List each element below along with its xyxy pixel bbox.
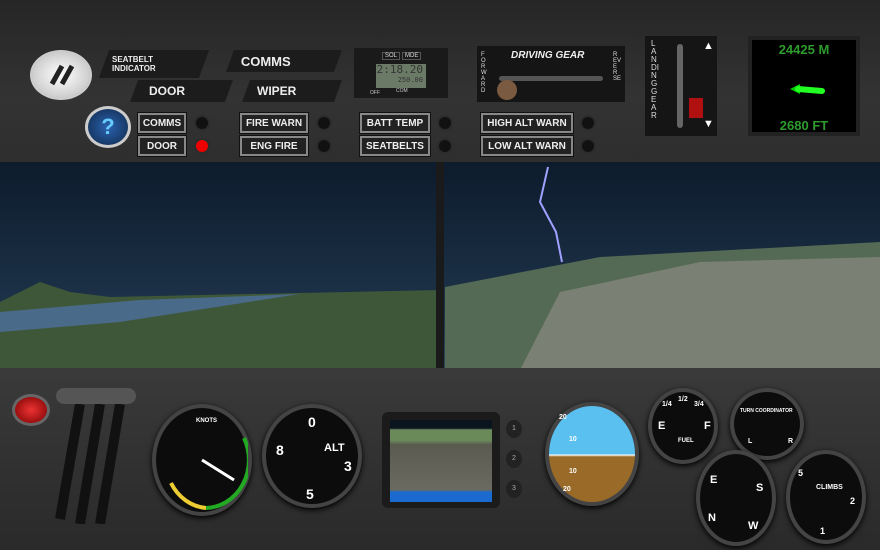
gear-up-arrow-icon: ▲ (703, 40, 714, 52)
sol-button[interactable]: SOL (382, 52, 401, 60)
reverse-label: REVERSE (613, 52, 622, 82)
vsi-tick: 5 (798, 468, 804, 478)
attitude-indicator: 20 10 10 20 (545, 402, 639, 506)
driving-gear-lever[interactable] (497, 80, 517, 100)
radio-display: 2:18.20 250.00 (376, 64, 426, 88)
pause-button[interactable] (30, 50, 92, 100)
comms-knob[interactable]: COMMS (225, 50, 343, 72)
heading-indicator: N E S W (696, 450, 776, 546)
altimeter-tick: 3 (344, 458, 352, 474)
low-alt-warn-label: LOW ALT WARN (481, 136, 573, 156)
batt-temp-label: BATT TEMP (360, 113, 430, 133)
altimeter-tick: 5 (306, 486, 314, 502)
altimeter: 0 ALT 5 3 8 (262, 404, 362, 508)
fire-warn-light (316, 115, 332, 131)
attitude-mark: 20 (559, 414, 567, 421)
heading-tick: N (708, 512, 716, 524)
wiper-knob[interactable]: WIPER (241, 80, 343, 102)
display-button-2[interactable]: 2 (506, 450, 522, 468)
attitude-mark: 20 (563, 486, 571, 493)
fuel-tick-quarter: 1/4 (662, 401, 672, 408)
landing-gear-lever[interactable] (689, 98, 703, 118)
question-icon: ? (101, 114, 115, 139)
instrument-panel: KNOTS 0 ALT 5 3 8 1 2 3 20 10 10 20 E 1/… (0, 368, 880, 550)
turn-right-label: R (788, 438, 794, 445)
comms-warning-label: COMMS (138, 113, 186, 133)
terrain-display (382, 412, 500, 508)
windshield-view (0, 162, 880, 370)
direction-arrow-icon (790, 84, 825, 94)
vertical-speed-indicator: CLIMBS 5 2 1 (786, 450, 866, 544)
altimeter-label: ALT (324, 442, 345, 454)
seatbelt-label: SEATBELT INDICATOR (112, 55, 156, 73)
help-button[interactable]: ? (85, 106, 131, 148)
radio-off-label: OFF (370, 90, 380, 96)
seatbelts-light (437, 138, 453, 154)
forward-label: FORWARD (481, 52, 487, 94)
landing-gear-track (677, 44, 683, 128)
eng-fire-label: ENG FIRE (240, 136, 308, 156)
display-button-1[interactable]: 1 (506, 420, 522, 438)
overhead-panel: ? SEATBELT INDICATOR DOOR COMMS WIPER SO… (0, 0, 880, 162)
door-label: DOOR (148, 84, 185, 98)
driving-gear-panel: DRIVING GEAR FORWARD REVERSE (477, 46, 625, 102)
altimeter-tick: 8 (276, 442, 284, 458)
mde-button[interactable]: MDE (402, 52, 422, 60)
gear-down-arrow-icon: ▼ (703, 118, 714, 130)
fire-warn-label: FIRE WARN (240, 113, 308, 133)
throttle-levers[interactable] (56, 388, 136, 404)
door-switch[interactable]: DOOR (129, 80, 234, 102)
heading-tick: W (748, 520, 759, 532)
attitude-mark: 10 (569, 436, 577, 443)
turn-coordinator-label: TURN COORDINATOR (740, 408, 793, 414)
landing-gear-label: LANDING GEAR (651, 39, 659, 120)
heading-tick: S (756, 482, 764, 494)
high-alt-warn-label: HIGH ALT WARN (481, 113, 573, 133)
driving-gear-track (499, 76, 603, 81)
windshield-divider (436, 162, 444, 370)
high-alt-warn-light (580, 115, 596, 131)
door-warning-label: DOOR (138, 136, 186, 156)
eng-fire-light (316, 138, 332, 154)
lightning (538, 166, 563, 263)
altimeter-tick: 0 (308, 414, 316, 430)
turn-coordinator: TURN COORDINATOR L R (730, 388, 804, 460)
seatbelts-label: SEATBELTS (360, 136, 430, 156)
pause-icon (49, 64, 75, 86)
driving-gear-title: DRIVING GEAR (511, 50, 585, 61)
heading-tick: E (710, 474, 718, 486)
comms-warning-light (194, 115, 210, 131)
radio-panel: SOL MDE 2:18.20 250.00 OFF COM (354, 48, 448, 98)
low-alt-warn-light (580, 138, 596, 154)
terrain-view (390, 420, 492, 502)
vsi-tick: 1 (820, 526, 826, 536)
scenery (0, 162, 880, 370)
fuel-tick-three-quarter: 3/4 (694, 401, 704, 408)
vsi-tick: 2 (850, 496, 856, 506)
airspeed-arcs (169, 437, 248, 510)
door-warning-light (194, 138, 210, 154)
distance-readout: 24425 M (778, 42, 830, 57)
landing-gear-panel: LANDING GEAR ▲ ▼ (645, 36, 717, 136)
fuel-label: FUEL (678, 438, 694, 444)
comms-label: COMMS (241, 53, 291, 69)
batt-temp-light (437, 115, 453, 131)
throttle-rods (55, 404, 125, 524)
red-button[interactable] (12, 394, 50, 426)
fuel-tick-full: F (704, 420, 711, 432)
wiper-label: WIPER (257, 84, 297, 98)
seatbelt-indicator-switch[interactable]: SEATBELT INDICATOR (98, 50, 210, 78)
turn-left-label: L (748, 438, 753, 445)
altitude-readout: 2680 FT (779, 118, 829, 133)
fuel-gauge: E 1/4 1/2 3/4 F FUEL (648, 388, 718, 464)
display-button-3[interactable]: 3 (506, 480, 522, 498)
nav-display: 24425 M 2680 FT (748, 36, 860, 136)
fuel-tick-half: 1/2 (678, 396, 688, 403)
fuel-tick-empty: E (658, 420, 666, 432)
attitude-mark: 10 (569, 468, 577, 475)
radio-com-label: COM (396, 88, 408, 94)
airspeed-indicator: KNOTS (152, 404, 252, 516)
vsi-label: CLIMBS (816, 484, 843, 491)
